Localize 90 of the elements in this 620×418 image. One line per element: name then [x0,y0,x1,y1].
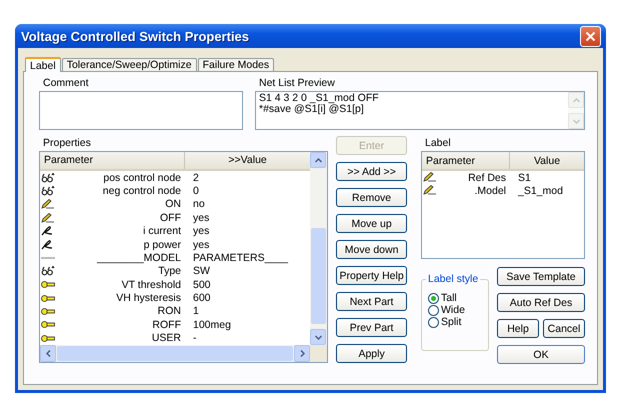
radio-option[interactable]: Wide [428,304,465,316]
table-cell: .Model [474,185,506,198]
table-cell-text: yes [192,212,210,224]
radio-option[interactable]: Split [428,316,462,328]
table-cell: pos control node [103,172,181,184]
horizontal-scrollbar[interactable] [40,345,328,362]
table-cell: ROFF [152,318,181,331]
table-cell: i current [143,225,181,238]
scrollbar-thumb[interactable] [311,228,326,324]
table-cell-text: 500 [192,278,211,291]
column-header[interactable]: Parameter [422,152,510,169]
group-title: Label style [426,273,480,285]
ok-button[interactable]: OK [497,345,585,364]
table-cell: VT threshold [122,278,181,291]
key-icon [41,320,55,330]
pencil-icon [41,199,55,210]
label-panel-label: Label [424,136,452,151]
table-cell-text: 100meg [192,318,231,331]
save-template-button[interactable]: Save Template [497,267,585,286]
table-cell-text: PARAMETERS____ [192,252,288,264]
table-cell-text: - [192,332,196,344]
table-cell: Ref Des [468,172,506,184]
pencil-icon [41,212,55,223]
button[interactable]: Prev Part [336,318,407,337]
table-cell: ________MODEL [96,252,181,264]
table-cell-text: no [192,198,205,210]
table-cell-text: 1 [192,305,199,318]
properties-label: Properties [42,136,92,151]
help-button[interactable]: Help [497,319,539,338]
radio-option[interactable]: Tall [428,292,457,304]
net-list-label: Net List Preview [258,76,336,91]
pen-icon [41,226,53,236]
table-cell: VH hysteresis [116,292,181,304]
table-cell-text: 600 [192,292,211,304]
window-title: Voltage Controlled Switch Properties [21,28,250,44]
properties-table[interactable]: Parameter >>Value pos control node 2 neg control node 0 ON no OFF yes i current yes p power yes ________MODEL PARAMETERS____ Type SW VT threshold 500 VH hysteresis 600 RON 1 ROFF 100meg USER - [39,151,328,363]
close-button[interactable] [580,26,601,46]
auto-ref-des-button[interactable]: Auto Ref Des [497,293,585,312]
table-cell: ON [165,198,181,210]
table-cell: p power [144,238,181,251]
key-icon [41,334,55,343]
pen-icon [41,240,53,250]
table-cell-text: yes [192,225,210,238]
glasses-icon [41,186,55,196]
table-cell-text: yes [192,238,210,251]
table-cell: USER [152,332,181,344]
table-cell-text: S1 [517,172,531,184]
table-cell: OFF [160,212,181,224]
button[interactable]: Next Part [336,292,407,311]
vertical-scrollbar[interactable] [310,152,328,345]
key-icon [41,306,55,316]
scroll-right-icon[interactable] [294,345,310,362]
net-list-line: S1 4 3 2 0 _S1_mod OFF [259,93,380,104]
table-cell-text: 2 [192,172,199,184]
comment-label: Comment [42,76,90,91]
label-table[interactable]: Parameter Value Ref Des S1 .Model _S1_mod [421,151,585,259]
column-header[interactable]: Value [510,152,584,169]
button[interactable]: Apply [336,344,407,363]
pencil-icon [423,172,437,182]
cancel-button[interactable]: Cancel [543,319,585,338]
scrollbar-thumb[interactable] [57,346,294,361]
button[interactable]: Property Help [336,266,407,285]
table-cell-text: 0 [192,184,199,197]
tab[interactable]: Label [25,57,61,72]
table-cell: Type [158,265,181,278]
button[interactable]: Move up [336,214,407,233]
key-icon [41,280,55,290]
glasses-icon [41,172,55,183]
button[interactable]: Remove [336,188,407,207]
button[interactable]: Move down [336,240,407,259]
scroll-up-icon[interactable] [310,152,326,168]
tab[interactable]: Tolerance/Sweep/Optimize [62,58,197,71]
table-cell: neg control node [102,184,181,197]
table-cell-text: SW [192,265,210,278]
net-list-line: *#save @S1[i] @S1[p] [259,104,365,115]
button[interactable]: >> Add >> [336,162,407,181]
key-icon [41,294,55,303]
column-header[interactable]: Parameter [40,152,185,169]
dash-icon [41,256,55,260]
scrollbar-corner [310,345,328,362]
glasses-icon [41,266,55,276]
close-icon[interactable] [585,30,596,42]
column-header[interactable]: >>Value [185,152,310,169]
tab[interactable]: Failure Modes [198,58,274,71]
scroll-left-icon[interactable] [40,345,56,362]
comment-field[interactable] [39,91,243,130]
pencil-icon [423,185,437,196]
table-cell-text: _S1_mod [516,185,563,198]
table-cell: RON [158,305,181,318]
scroll-down-icon[interactable] [310,329,326,345]
